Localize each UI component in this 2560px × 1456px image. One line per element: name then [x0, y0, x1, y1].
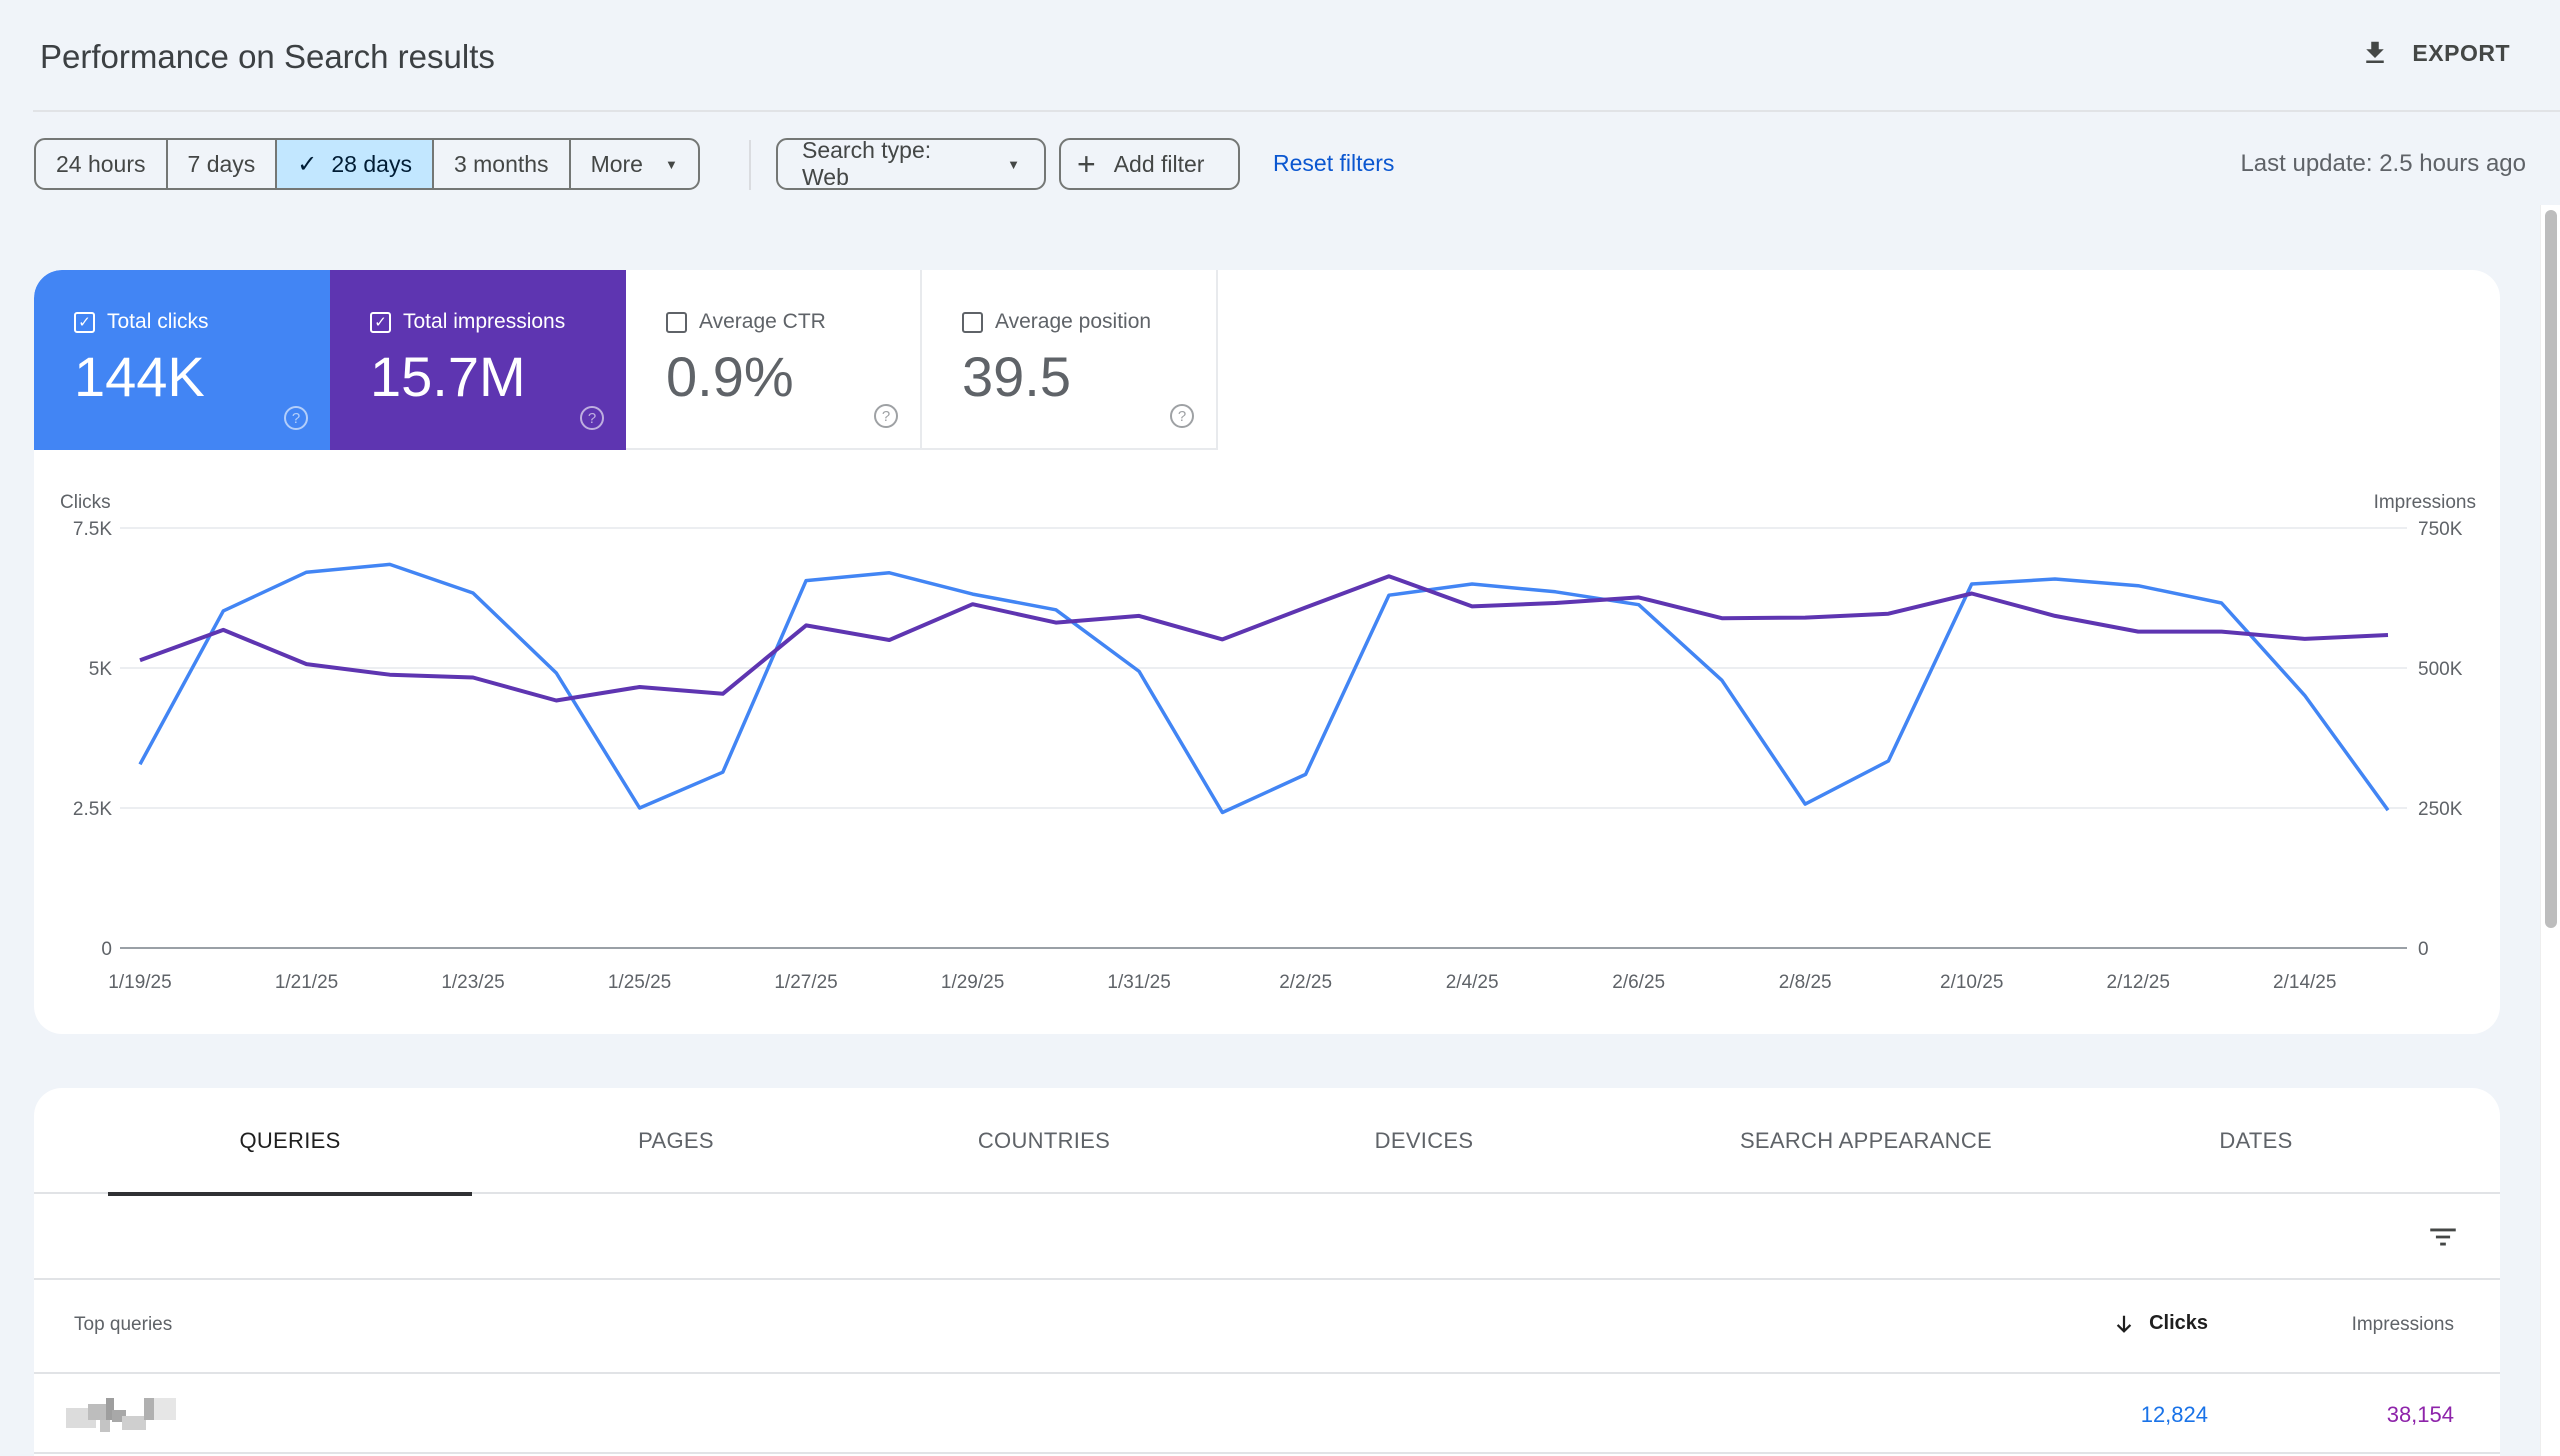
- header-divider: [33, 110, 2560, 112]
- table-row[interactable]: 12,824 38,154: [34, 1374, 2500, 1454]
- range-label: 28 days: [331, 150, 412, 177]
- export-label: EXPORT: [2412, 39, 2510, 66]
- filter-list-icon[interactable]: [2426, 1220, 2460, 1254]
- left-axis-title: Clicks: [60, 492, 111, 513]
- export-button[interactable]: EXPORT: [2360, 38, 2510, 68]
- filter-separator: [749, 140, 751, 190]
- search-type-label: Search type: Web: [802, 137, 932, 190]
- series-line-impressions: [139, 574, 2389, 703]
- left-tick-label: 7.5K: [73, 519, 112, 540]
- metric-average-ctr[interactable]: Average CTR 0.9% ?: [626, 270, 922, 450]
- metric-label: Total impressions: [403, 310, 566, 333]
- checkbox-checked-icon[interactable]: ✓: [74, 311, 95, 333]
- column-header-clicks[interactable]: Clicks: [2113, 1312, 2208, 1335]
- plus-icon: +: [1077, 145, 1096, 182]
- x-tick-label: 2/4/25: [1446, 972, 1499, 993]
- right-tick-label: 750K: [2418, 519, 2463, 540]
- range-28-days[interactable]: ✓ 28 days: [277, 140, 434, 188]
- column-header-clicks-label: Clicks: [2149, 1312, 2208, 1334]
- right-tick-label: 250K: [2418, 799, 2463, 820]
- caret-down-icon: ▼: [1007, 156, 1020, 172]
- tab-countries[interactable]: COUNTRIES: [862, 1088, 1226, 1194]
- x-tick-label: 1/27/25: [774, 972, 837, 993]
- metric-value: 15.7M: [370, 345, 526, 408]
- range-label: 3 months: [453, 150, 549, 177]
- metric-total-impressions[interactable]: ✓ Total impressions 15.7M ?: [330, 270, 626, 450]
- reset-filters-link[interactable]: Reset filters: [1273, 150, 1394, 177]
- tab-queries[interactable]: QUERIES: [108, 1088, 472, 1196]
- metric-average-position[interactable]: Average position 39.5 ?: [922, 270, 1218, 450]
- caret-down-icon: ▼: [664, 156, 678, 172]
- right-tick-label: 0: [2418, 939, 2429, 960]
- range-3-months[interactable]: 3 months: [434, 140, 571, 188]
- metric-label: Average position: [995, 310, 1152, 333]
- range-more-dropdown[interactable]: More ▼: [571, 140, 698, 188]
- x-tick-label: 2/2/25: [1279, 972, 1332, 993]
- help-icon[interactable]: ?: [284, 406, 308, 430]
- arrow-down-icon: [2116, 1315, 2132, 1333]
- range-label: 7 days: [187, 150, 256, 177]
- x-tick-label: 1/19/25: [108, 972, 171, 993]
- page-scrollbar-thumb[interactable]: [2545, 210, 2557, 928]
- range-24-hours[interactable]: 24 hours: [36, 140, 168, 188]
- help-icon[interactable]: ?: [874, 404, 898, 428]
- column-header-impressions[interactable]: Impressions: [2352, 1314, 2454, 1336]
- checkbox-unchecked-icon[interactable]: [666, 311, 687, 333]
- checkbox-checked-icon[interactable]: ✓: [370, 311, 391, 333]
- range-label: More: [590, 150, 643, 177]
- checkbox-unchecked-icon[interactable]: [962, 311, 983, 333]
- row-impressions-value: 38,154: [2386, 1402, 2454, 1427]
- help-icon[interactable]: ?: [1170, 404, 1194, 428]
- range-7-days[interactable]: 7 days: [168, 140, 278, 188]
- x-tick-label: 1/25/25: [608, 972, 671, 993]
- date-range-selector: 24 hours 7 days ✓ 28 days 3 months More ▼: [34, 138, 700, 190]
- x-tick-label: 1/29/25: [941, 972, 1004, 993]
- x-tick-label: 1/31/25: [1107, 972, 1170, 993]
- add-filter-label: Add filter: [1113, 150, 1205, 177]
- metric-value: 39.5: [962, 345, 1071, 408]
- x-tick-label: 2/8/25: [1779, 972, 1832, 993]
- metric-value: 144K: [74, 345, 205, 408]
- metric-label: Average CTR: [699, 310, 826, 333]
- performance-chart-card: 0 0 2.5K 250K 5K 500K 7.5K 750K Clicks Impression…: [34, 270, 2500, 1034]
- row-clicks-value: 12,824: [2140, 1402, 2208, 1427]
- help-icon[interactable]: ?: [580, 406, 604, 430]
- add-filter-button[interactable]: + Add filter: [1059, 138, 1240, 190]
- table-filter-bar: [34, 1194, 2500, 1280]
- metric-value: 0.9%: [666, 345, 794, 408]
- tab-pages[interactable]: PAGES: [494, 1088, 858, 1194]
- x-tick-label: 2/12/25: [2107, 972, 2170, 993]
- tab-search-appearance[interactable]: SEARCH APPEARANCE: [1646, 1088, 2086, 1194]
- table-header: Top queries Clicks Impressions: [34, 1280, 2500, 1374]
- left-tick-label: 0: [101, 939, 112, 960]
- left-tick-label: 2.5K: [73, 799, 112, 820]
- download-icon: [2366, 41, 2385, 63]
- x-tick-label: 2/10/25: [1940, 972, 2003, 993]
- x-tick-label: 1/21/25: [275, 972, 338, 993]
- dimensions-table-card: QUERIES PAGES COUNTRIES DEVICES SEARCH A…: [34, 1088, 2500, 1456]
- metric-total-clicks[interactable]: ✓ Total clicks 144K ?: [34, 270, 330, 450]
- tab-dates[interactable]: DATES: [2074, 1088, 2438, 1194]
- metric-label: Total clicks: [107, 310, 209, 333]
- right-axis-title: Impressions: [2374, 492, 2476, 513]
- search-type-dropdown[interactable]: Search type: Web ▼: [776, 137, 1046, 190]
- range-label: 24 hours: [56, 150, 146, 177]
- series-line-clicks: [138, 562, 2390, 815]
- column-header-query: Top queries: [74, 1314, 173, 1335]
- x-tick-label: 1/23/25: [441, 972, 504, 993]
- redacted-query-text: [66, 1398, 176, 1432]
- x-tick-label: 2/14/25: [2273, 972, 2336, 993]
- right-tick-label: 500K: [2418, 659, 2463, 680]
- left-tick-label: 5K: [89, 659, 113, 680]
- tab-devices[interactable]: DEVICES: [1242, 1088, 1606, 1194]
- x-tick-label: 2/6/25: [1612, 972, 1665, 993]
- page-title: Performance on Search results: [40, 38, 495, 75]
- dimension-tabs: QUERIES PAGES COUNTRIES DEVICES SEARCH A…: [34, 1088, 2500, 1196]
- last-update-text: Last update: 2.5 hours ago: [2240, 150, 2526, 177]
- check-icon: ✓: [297, 150, 318, 178]
